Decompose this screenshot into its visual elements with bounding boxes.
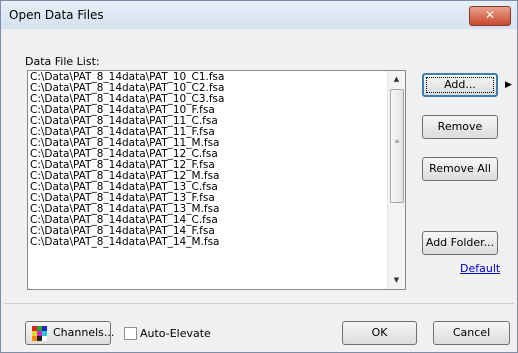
remove-all-button[interactable]: Remove All xyxy=(422,157,498,181)
scroll-thumb[interactable]: ≡ xyxy=(390,89,404,203)
scroll-up-icon[interactable]: ▲ xyxy=(388,71,405,88)
default-link[interactable]: Default xyxy=(460,262,500,275)
add-folder-button[interactable]: Add Folder... xyxy=(422,231,498,255)
focus-ring xyxy=(426,77,494,93)
channel-swatch xyxy=(42,336,47,341)
channels-button-label: Channels... xyxy=(53,326,115,339)
remove-button[interactable]: Remove xyxy=(422,115,498,139)
add-button[interactable]: Add... xyxy=(422,73,498,97)
grip-icon: ≡ xyxy=(394,138,400,145)
scroll-down-icon[interactable]: ▼ xyxy=(388,272,405,289)
auto-elevate-checkbox[interactable] xyxy=(124,327,137,340)
title-bar: Open Data Files ✕ xyxy=(1,1,517,29)
data-file-listbox[interactable]: C:\Data\PAT_8_14data\PAT_10_C1.fsa C:\Dat… xyxy=(27,70,406,290)
list-item[interactable]: C:\Data\PAT_8_14data\PAT_14_M.fsa xyxy=(30,237,385,248)
auto-elevate-label: Auto-Elevate xyxy=(140,327,211,340)
data-file-list-label: Data File List: xyxy=(25,55,100,68)
vertical-scrollbar[interactable]: ▲ ≡ ▼ xyxy=(387,71,405,289)
divider xyxy=(4,303,514,304)
ok-button[interactable]: OK xyxy=(342,321,417,345)
close-button[interactable]: ✕ xyxy=(469,6,511,26)
channels-icon xyxy=(32,326,47,341)
data-file-list-items: C:\Data\PAT_8_14data\PAT_10_C1.fsa C:\Dat… xyxy=(30,72,385,248)
more-arrow-icon[interactable]: ▶ xyxy=(505,80,512,90)
window-title: Open Data Files xyxy=(9,8,104,22)
channels-button[interactable]: Channels... xyxy=(25,321,115,345)
cancel-button[interactable]: Cancel xyxy=(433,321,510,345)
